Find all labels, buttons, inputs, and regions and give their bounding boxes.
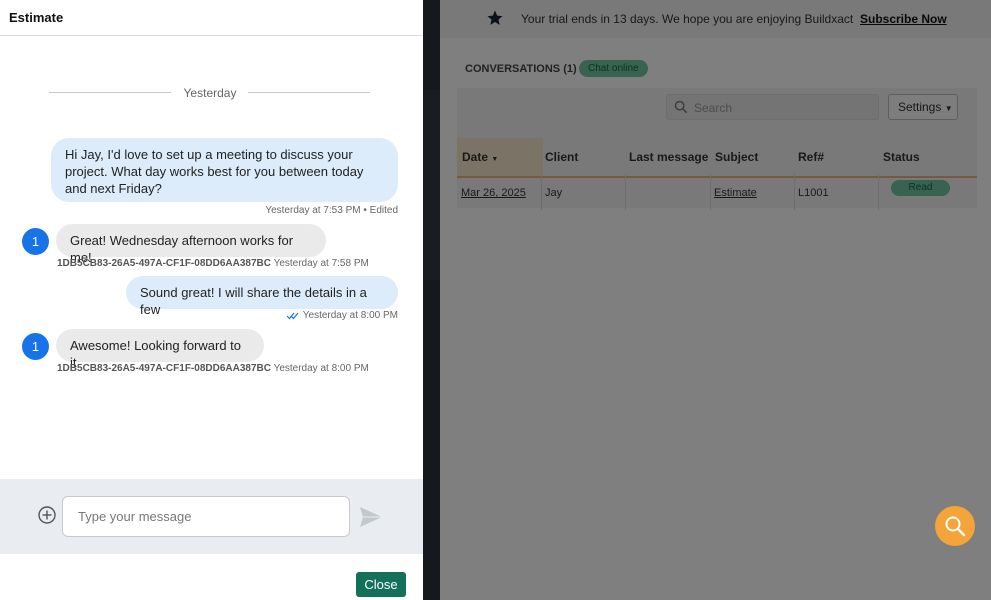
send-icon[interactable] — [358, 505, 384, 529]
message-time: Yesterday at 8:00 PM — [273, 363, 369, 374]
add-circle-icon[interactable] — [37, 505, 57, 525]
help-search-icon — [945, 516, 966, 537]
sender-id: 1DB5CB83-26A5-497A-CF1F-08DD6AA387BC — [57, 258, 271, 269]
message-bubble-incoming[interactable]: Great! Wednesday afternoon works for me! — [56, 224, 326, 265]
message-meta: 1DB5CB83-26A5-497A-CF1F-08DD6AA387BC Yes… — [57, 363, 369, 374]
chat-drawer: Estimate Yesterday Hi Jay, I'd love to s… — [0, 0, 423, 600]
message-time: Yesterday at 8:00 PM — [302, 310, 398, 321]
message-time: Yesterday at 7:58 PM — [273, 258, 369, 269]
message-composer — [0, 479, 423, 554]
sender-id: 1DB5CB83-26A5-497A-CF1F-08DD6AA387BC — [57, 363, 271, 374]
double-check-icon — [286, 312, 299, 320]
date-divider-right — [248, 92, 370, 93]
message-meta: Yesterday at 7:53 PM • Edited — [265, 205, 398, 216]
help-search-button[interactable] — [935, 506, 975, 546]
message-input[interactable] — [62, 496, 350, 537]
close-button[interactable]: Close — [356, 572, 406, 597]
message-bubble-outgoing[interactable]: Hi Jay, I'd love to set up a meeting to … — [51, 138, 398, 202]
drawer-title: Estimate — [9, 10, 64, 25]
message-bubble-incoming[interactable]: Awesome! Looking forward to it — [56, 329, 264, 370]
date-divider-left — [49, 92, 171, 93]
message-meta: 1DB5CB83-26A5-497A-CF1F-08DD6AA387BC Yes… — [57, 258, 369, 269]
drawer-header: Estimate — [0, 0, 423, 36]
message-meta: Yesterday at 8:00 PM — [286, 310, 398, 321]
avatar: 1 — [22, 228, 49, 255]
date-separator: Yesterday — [183, 86, 237, 100]
message-bubble-outgoing[interactable]: Sound great! I will share the details in… — [126, 276, 398, 317]
avatar: 1 — [22, 333, 49, 360]
